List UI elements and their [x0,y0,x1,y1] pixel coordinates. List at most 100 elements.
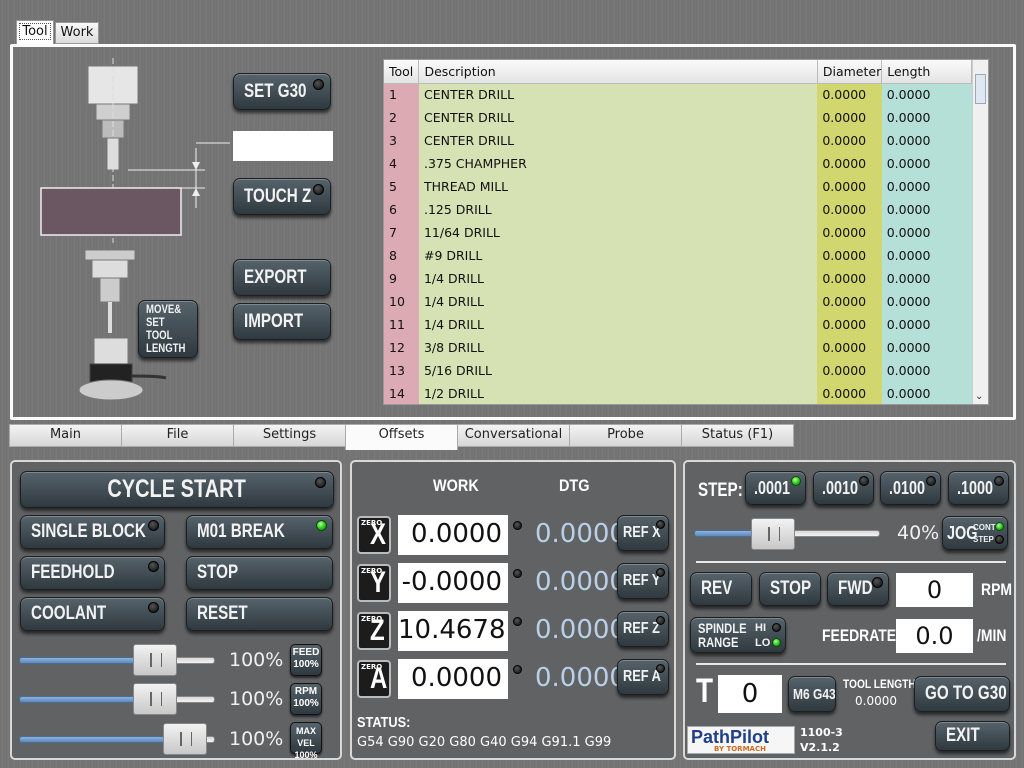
tab-tool[interactable]: Tool [16,20,54,44]
tool-description-cell[interactable]: 1/4 DRILL [418,290,818,313]
tool-number-cell[interactable]: 9 [384,267,419,290]
import-button[interactable]: IMPORT [233,303,331,340]
table-row[interactable]: 13 5/16 DRILL 0.0000 0.0000 [384,359,972,382]
tool-diameter-cell[interactable]: 0.0000 [817,106,882,129]
move-set-tool-length-button[interactable]: MOVE& SET TOOL LENGTH [138,300,198,358]
tool-number-cell[interactable]: 10 [384,290,419,313]
maxvel-reset-button[interactable]: MAX VEL 100% [290,722,322,760]
zero-a-button[interactable]: ZERO A [357,660,391,698]
table-row[interactable]: 1 CENTER DRILL 0.0000 0.0000 [384,83,972,106]
tool-number-cell[interactable]: 5 [384,175,419,198]
zero-z-button[interactable]: ZERO Z [357,612,391,650]
table-row[interactable]: 12 3/8 DRILL 0.0000 0.0000 [384,336,972,359]
tool-description-cell[interactable]: 3/8 DRILL [418,336,818,359]
tool-description-cell[interactable]: .125 DRILL [418,198,818,221]
step-0001-button[interactable]: .0001 [745,471,806,505]
tool-description-cell[interactable]: #9 DRILL [418,244,818,267]
tool-number-cell[interactable]: 11 [384,313,419,336]
tool-diameter-cell[interactable]: 0.0000 [817,336,882,359]
tool-diameter-cell[interactable]: 0.0000 [817,152,882,175]
tool-description-cell[interactable]: CENTER DRILL [418,106,818,129]
jog-speed-thumb[interactable] [750,518,795,550]
ref-z-button[interactable]: REF Z [617,611,669,647]
m6-g43-button[interactable]: M6 G43 [788,676,836,712]
coolant-button[interactable]: COOLANT [20,597,165,631]
tool-length-cell[interactable]: 0.0000 [881,221,972,244]
touch-z-button[interactable]: TOUCH Z [233,178,331,215]
tool-length-cell[interactable]: 0.0000 [881,198,972,221]
tab-file[interactable]: File [121,424,234,447]
go-to-g30-button[interactable]: GO TO G30 [914,676,1010,712]
tool-diameter-cell[interactable]: 0.0000 [817,175,882,198]
tool-description-cell[interactable]: CENTER DRILL [418,129,818,152]
tool-number-cell[interactable]: 3 [384,129,419,152]
col-description[interactable]: Description [418,60,818,84]
spindle-rev-button[interactable]: REV [690,572,752,606]
tool-diameter-cell[interactable]: 0.0000 [817,129,882,152]
col-tool[interactable]: Tool [384,60,420,84]
tool-diameter-cell[interactable]: 0.0000 [817,290,882,313]
work-y-field[interactable]: -0.0000 [398,563,508,603]
cycle-start-button[interactable]: CYCLE START [20,471,334,508]
col-length[interactable]: Length [881,60,972,84]
table-row[interactable]: 11 1/4 DRILL 0.0000 0.0000 [384,313,972,336]
tool-length-cell[interactable]: 0.0000 [881,313,972,336]
table-row[interactable]: 14 1/2 DRILL 0.0000 0.0000 [384,382,972,404]
table-row[interactable]: 2 CENTER DRILL 0.0000 0.0000 [384,106,972,129]
tool-diameter-cell[interactable]: 0.0000 [817,382,882,404]
tool-description-cell[interactable]: 1/4 DRILL [418,313,818,336]
rpm-input[interactable]: 0 [896,573,973,607]
feedrate-field[interactable]: 0.0 [896,619,973,653]
tab-offsets[interactable]: Offsets [345,424,458,450]
tool-diameter-cell[interactable]: 0.0000 [817,313,882,336]
work-a-field[interactable]: 0.0000 [398,659,508,699]
tool-description-cell[interactable]: 1/4 DRILL [418,267,818,290]
tool-number-cell[interactable]: 13 [384,359,419,382]
tool-number-cell[interactable]: 14 [384,382,419,404]
step-0010-button[interactable]: .0010 [813,471,874,505]
exit-button[interactable]: EXIT [935,721,1010,751]
tool-number-cell[interactable]: 12 [384,336,419,359]
work-z-field[interactable]: 10.4678 [398,611,508,651]
export-button[interactable]: EXPORT [233,259,331,296]
tool-length-cell[interactable]: 0.0000 [881,106,972,129]
table-row[interactable]: 6.125 DRILL 0.0000 0.0000 [384,198,972,221]
scroll-thumb[interactable] [975,74,986,104]
col-diameter[interactable]: Diameter [817,60,883,84]
tool-length-cell[interactable]: 0.0000 [881,175,972,198]
maxvel-slider-thumb[interactable] [163,723,208,755]
tool-number-cell[interactable]: 8 [384,244,419,267]
ref-y-button[interactable]: REF Y [617,563,669,599]
tool-diameter-cell[interactable]: 0.0000 [817,244,882,267]
tool-length-cell[interactable]: 0.0000 [881,244,972,267]
ref-a-button[interactable]: REF A [617,659,669,695]
tool-description-cell[interactable]: THREAD MILL [418,175,818,198]
tool-description-cell[interactable]: 11/64 DRILL [418,221,818,244]
tool-length-cell[interactable]: 0.0000 [881,336,972,359]
feedhold-button[interactable]: FEEDHOLD [20,556,165,590]
tool-diameter-cell[interactable]: 0.0000 [817,267,882,290]
tool-number-field[interactable]: 0 [718,675,782,713]
jog-mode-button[interactable]: JOG CONT STEP [942,516,1008,550]
table-row[interactable]: 3 CENTER DRILL 0.0000 0.0000 [384,129,972,152]
table-scrollbar[interactable]: ⌄ [972,60,988,404]
tool-number-cell[interactable]: 1 [384,83,419,106]
stop-button[interactable]: STOP [186,556,333,590]
tool-length-cell[interactable]: 0.0000 [881,83,972,106]
tool-length-cell[interactable]: 0.0000 [881,290,972,313]
rpm-slider-thumb[interactable] [133,683,177,715]
tab-status-f1[interactable]: Status (F1) [681,424,794,447]
feed-reset-button[interactable]: FEED 100% [290,644,322,676]
tool-length-cell[interactable]: 0.0000 [881,382,972,404]
step-0100-button[interactable]: .0100 [880,471,941,505]
set-g30-button[interactable]: SET G30 [233,73,331,110]
tool-description-cell[interactable]: .375 CHAMPHER [418,152,818,175]
m01-break-button[interactable]: M01 BREAK [186,515,333,549]
tool-table[interactable]: Tool Description Diameter Length 1 CENTER… [383,59,989,405]
single-block-button[interactable]: SINGLE BLOCK [20,515,165,549]
tool-length-cell[interactable]: 0.0000 [881,267,972,290]
zero-y-button[interactable]: ZERO Y [357,564,391,602]
spindle-fwd-button[interactable]: FWD [827,572,889,606]
reset-button[interactable]: RESET [186,597,333,631]
work-x-field[interactable]: 0.0000 [398,515,508,555]
